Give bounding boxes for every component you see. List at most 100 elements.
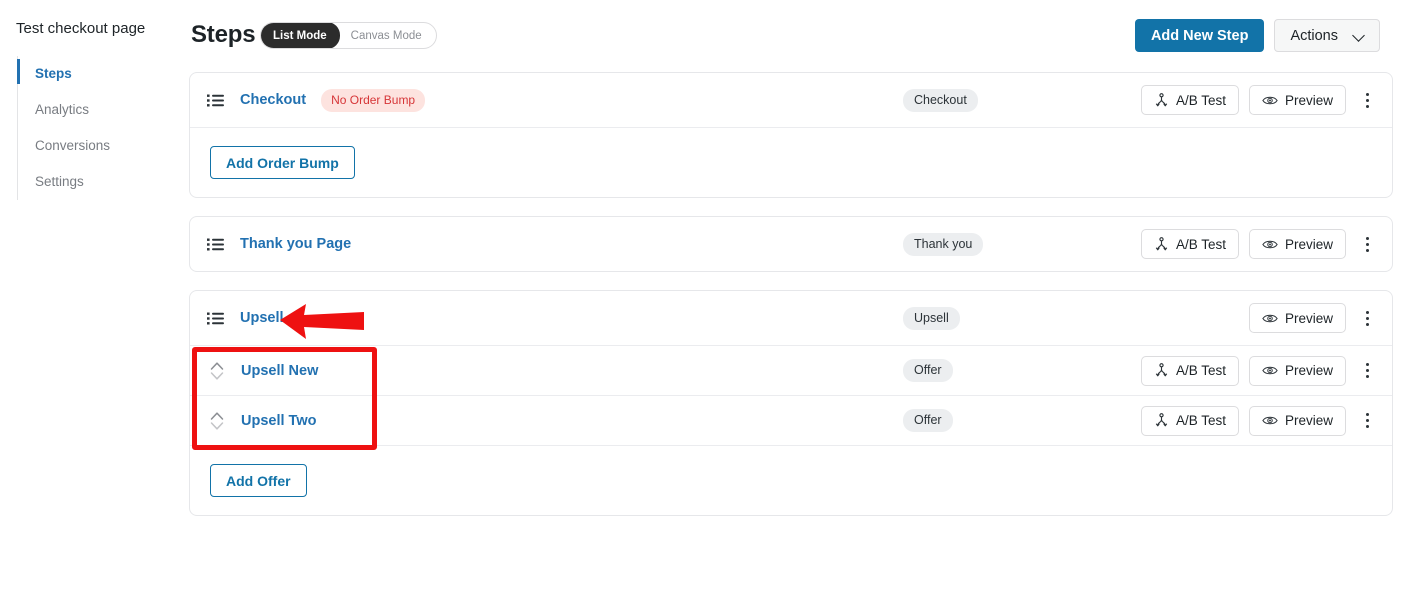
step-row-title[interactable]: Upsell bbox=[240, 310, 284, 326]
eye-icon bbox=[1262, 416, 1278, 425]
ab-test-button[interactable]: A/B Test bbox=[1140, 405, 1239, 436]
sidebar-item-steps[interactable]: Steps bbox=[17, 56, 167, 92]
sidebar-item-label: Analytics bbox=[35, 102, 90, 117]
ab-test-button[interactable]: A/B Test bbox=[1140, 85, 1239, 115]
dot bbox=[1365, 310, 1369, 314]
dot bbox=[1365, 375, 1369, 378]
dot bbox=[1365, 425, 1369, 428]
dot bbox=[1365, 363, 1369, 366]
sort-updown-icon[interactable] bbox=[209, 410, 225, 432]
card-footer: Add Order Bump bbox=[190, 127, 1392, 197]
add-offer-button[interactable]: Add Offer bbox=[210, 464, 307, 497]
step-card: Upsell Upsell Preview Upsell New Offer A/B Te… bbox=[189, 290, 1393, 516]
preview-label: Preview bbox=[1284, 236, 1333, 252]
offer-row[interactable]: Upsell New Offer A/B Test Preview bbox=[190, 345, 1392, 395]
ab-test-label: A/B Test bbox=[1175, 92, 1226, 108]
add-order-bump-button[interactable]: Add Order Bump bbox=[210, 146, 355, 179]
ab-test-label: A/B Test bbox=[1175, 236, 1226, 252]
row-actions: A/B Test Preview bbox=[1140, 229, 1378, 259]
tab-list-mode[interactable]: List Mode bbox=[260, 23, 340, 48]
preview-label: Preview bbox=[1284, 413, 1333, 428]
row-actions: A/B Test Preview bbox=[1140, 355, 1378, 386]
row-actions: Preview bbox=[1248, 303, 1378, 333]
row-actions: A/B Test Preview bbox=[1140, 405, 1378, 436]
dot bbox=[1365, 322, 1369, 326]
ab-test-label: A/B Test bbox=[1175, 413, 1226, 428]
main-content: Steps List Mode Canvas Mode Add New Step… bbox=[189, 0, 1394, 534]
preview-button[interactable]: Preview bbox=[1248, 303, 1346, 333]
chevron-down-icon bbox=[1354, 31, 1364, 41]
sort-updown-icon[interactable] bbox=[209, 360, 225, 382]
app-root: Test checkout page Steps Analytics Conve… bbox=[0, 0, 1409, 600]
list-icon bbox=[207, 94, 224, 106]
sidebar-item-analytics[interactable]: Analytics bbox=[18, 92, 167, 128]
dot bbox=[1365, 248, 1369, 252]
sidebar-nav: Steps Analytics Conversions Settings bbox=[17, 56, 167, 200]
header-actions: Add New Step Actions bbox=[1134, 19, 1380, 52]
step-type-badge: Checkout bbox=[903, 88, 978, 112]
dot bbox=[1365, 104, 1369, 108]
page-title: Steps bbox=[191, 21, 256, 48]
preview-button[interactable]: Preview bbox=[1248, 85, 1346, 115]
steps-list: Checkout No Order Bump Checkout A/B Test Pre… bbox=[189, 72, 1394, 516]
ab-test-label: A/B Test bbox=[1175, 363, 1226, 378]
sidebar-item-label: Conversions bbox=[35, 138, 111, 153]
step-card: Thank you Page Thank you A/B Test Preview bbox=[189, 216, 1393, 272]
row-more-options-button[interactable] bbox=[1356, 303, 1378, 333]
step-row[interactable]: Upsell Upsell Preview bbox=[190, 291, 1392, 345]
list-icon bbox=[207, 312, 224, 324]
sidebar-title: Test checkout page bbox=[16, 20, 146, 37]
preview-label: Preview bbox=[1284, 363, 1333, 378]
ab-test-icon bbox=[1155, 363, 1168, 377]
step-type-badge: Thank you bbox=[903, 232, 984, 256]
ab-test-icon bbox=[1155, 413, 1168, 427]
row-more-options-button[interactable] bbox=[1356, 85, 1378, 115]
dot bbox=[1365, 369, 1369, 372]
offer-row[interactable]: Upsell Two Offer A/B Test Preview bbox=[190, 395, 1392, 445]
preview-label: Preview bbox=[1284, 92, 1333, 108]
eye-icon bbox=[1262, 96, 1278, 104]
step-row-title[interactable]: Thank you Page bbox=[240, 236, 351, 252]
preview-button[interactable]: Preview bbox=[1248, 405, 1346, 436]
eye-icon bbox=[1262, 366, 1278, 375]
tab-canvas-mode[interactable]: Canvas Mode bbox=[340, 23, 436, 48]
ab-test-icon bbox=[1155, 236, 1168, 250]
dot bbox=[1365, 242, 1369, 246]
offer-row-title[interactable]: Upsell New bbox=[241, 363, 318, 379]
dot bbox=[1365, 316, 1369, 320]
preview-label: Preview bbox=[1284, 310, 1333, 326]
sidebar: Test checkout page Steps Analytics Conve… bbox=[0, 0, 175, 600]
add-new-step-button[interactable]: Add New Step bbox=[1134, 19, 1265, 52]
no-order-bump-badge: No Order Bump bbox=[321, 88, 426, 112]
dot bbox=[1365, 413, 1369, 416]
step-row[interactable]: Checkout No Order Bump Checkout A/B Test Pre… bbox=[190, 73, 1392, 127]
preview-button[interactable]: Preview bbox=[1248, 229, 1346, 259]
offer-type-badge: Offer bbox=[903, 359, 953, 382]
row-actions: A/B Test Preview bbox=[1140, 85, 1378, 115]
dot bbox=[1365, 92, 1369, 96]
step-card: Checkout No Order Bump Checkout A/B Test Pre… bbox=[189, 72, 1393, 198]
step-type-badge: Upsell bbox=[903, 306, 960, 330]
page-header: Steps List Mode Canvas Mode Add New Step… bbox=[189, 0, 1394, 72]
sidebar-item-label: Settings bbox=[35, 174, 84, 189]
sidebar-item-label: Steps bbox=[35, 66, 72, 81]
row-more-options-button[interactable] bbox=[1356, 356, 1378, 386]
list-icon bbox=[207, 238, 224, 250]
eye-icon bbox=[1262, 314, 1278, 322]
view-mode-toggle[interactable]: List Mode Canvas Mode bbox=[260, 22, 437, 49]
row-more-options-button[interactable] bbox=[1356, 229, 1378, 259]
ab-test-icon bbox=[1155, 92, 1168, 106]
row-more-options-button[interactable] bbox=[1356, 406, 1378, 436]
sidebar-item-conversions[interactable]: Conversions bbox=[18, 128, 167, 164]
preview-button[interactable]: Preview bbox=[1248, 355, 1346, 386]
actions-button[interactable]: Actions bbox=[1274, 19, 1380, 52]
step-row[interactable]: Thank you Page Thank you A/B Test Preview bbox=[190, 217, 1392, 271]
ab-test-button[interactable]: A/B Test bbox=[1140, 355, 1239, 386]
sidebar-item-settings[interactable]: Settings bbox=[18, 164, 167, 200]
step-row-title[interactable]: Checkout bbox=[240, 92, 306, 108]
actions-button-label: Actions bbox=[1290, 27, 1338, 44]
offer-row-title[interactable]: Upsell Two bbox=[241, 413, 316, 429]
ab-test-button[interactable]: A/B Test bbox=[1140, 229, 1239, 259]
eye-icon bbox=[1262, 240, 1278, 248]
offer-type-badge: Offer bbox=[903, 409, 953, 432]
